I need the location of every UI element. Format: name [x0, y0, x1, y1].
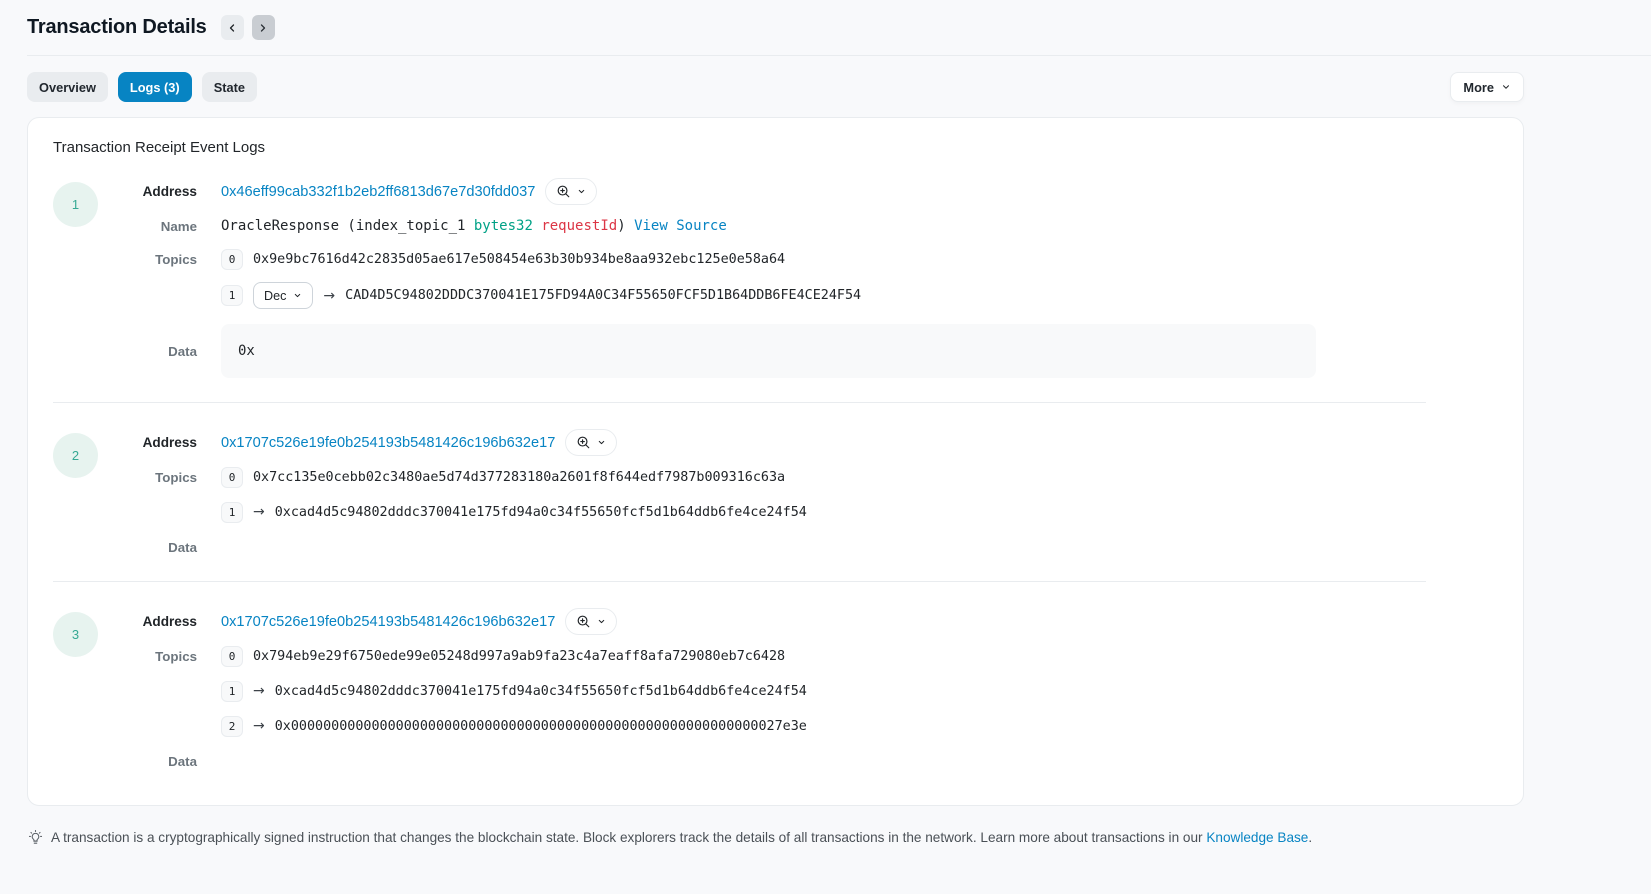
view-source-link[interactable]: View Source — [634, 218, 727, 234]
address-lookup-button[interactable] — [565, 608, 617, 635]
tab-state[interactable]: State — [202, 72, 257, 102]
lightbulb-icon — [27, 829, 44, 846]
more-dropdown-button[interactable]: More — [1450, 72, 1524, 102]
data-row: Data — [53, 537, 1499, 557]
next-transaction-button[interactable] — [252, 15, 275, 40]
data-label: Data — [53, 754, 197, 769]
footer-note: A transaction is a cryptographically sig… — [27, 829, 1651, 846]
zoom-in-icon — [556, 184, 571, 199]
log-divider — [53, 402, 1426, 403]
log-index-badge: 3 — [53, 612, 98, 657]
topic-row-1: 1 Dec → CAD4D5C94802DDDC370041E175FD94A0… — [53, 282, 1499, 309]
address-row: Address 0x1707c526e19fe0b254193b5481426c… — [53, 608, 1499, 635]
topic-row-2: 2 → 0x0000000000000000000000000000000000… — [53, 714, 1499, 738]
param-name: requestId — [541, 218, 617, 234]
chevron-down-icon — [577, 187, 586, 196]
topic-value: 0x9e9bc7616d42c2835d05ae617e508454e63b30… — [253, 252, 785, 267]
topic-value: 0x7cc135e0cebb02c3480ae5d74d377283180a26… — [253, 470, 785, 485]
topic-index-badge: 0 — [221, 467, 243, 488]
topic-format-dropdown[interactable]: Dec — [253, 282, 313, 309]
tab-bar: Overview Logs (3) State More — [27, 72, 1524, 102]
header-divider — [27, 55, 1651, 56]
topic-row-1: 1 → 0xcad4d5c94802dddc370041e175fd94a0c3… — [53, 679, 1499, 703]
data-row: Data — [53, 751, 1499, 771]
log-index-badge: 1 — [53, 182, 98, 227]
data-row: Data 0x — [53, 324, 1499, 378]
topic-value: 0xcad4d5c94802dddc370041e175fd94a0c34f55… — [275, 505, 807, 520]
topics-label: Topics — [53, 252, 197, 267]
tab-overview[interactable]: Overview — [27, 72, 108, 102]
knowledge-base-link[interactable]: Knowledge Base — [1206, 830, 1308, 845]
arrow-icon: → — [253, 504, 265, 520]
log-divider — [53, 581, 1426, 582]
topic-value: 0xcad4d5c94802dddc370041e175fd94a0c34f55… — [275, 684, 807, 699]
data-value-box: 0x — [221, 324, 1316, 378]
address-link[interactable]: 0x1707c526e19fe0b254193b5481426c196b632e… — [221, 614, 555, 630]
chevron-down-icon — [597, 617, 606, 626]
topic-index-badge: 0 — [221, 646, 243, 667]
tab-logs[interactable]: Logs (3) — [118, 72, 192, 102]
card-title: Transaction Receipt Event Logs — [53, 139, 1499, 156]
topic-value: 0x00000000000000000000000000000000000000… — [275, 719, 807, 734]
logs-card: Transaction Receipt Event Logs 1 Address… — [27, 117, 1524, 806]
topic-index-badge: 1 — [221, 502, 243, 523]
address-link[interactable]: 0x46eff99cab332f1b2eb2ff6813d67e7d30fdd0… — [221, 184, 535, 200]
arrow-icon: → — [253, 683, 265, 699]
chevron-down-icon — [1501, 82, 1511, 92]
address-row: Address 0x1707c526e19fe0b254193b5481426c… — [53, 429, 1499, 456]
footer-text: A transaction is a cryptographically sig… — [51, 830, 1312, 845]
address-row: Address 0x46eff99cab332f1b2eb2ff6813d67e… — [53, 178, 1499, 205]
topic-index-badge: 1 — [221, 681, 243, 702]
log-entry-1: 1 Address 0x46eff99cab332f1b2eb2ff6813d6… — [53, 178, 1499, 378]
topic-value: 0x794eb9e29f6750ede99e05248d997a9ab9fa23… — [253, 649, 785, 664]
chevron-right-icon — [257, 22, 269, 34]
address-lookup-button[interactable] — [545, 178, 597, 205]
topic-row-1: 1 → 0xcad4d5c94802dddc370041e175fd94a0c3… — [53, 500, 1499, 524]
event-signature: OracleResponse (index_topic_1 bytes32 re… — [221, 218, 727, 234]
log-index-badge: 2 — [53, 433, 98, 478]
page-title: Transaction Details — [27, 16, 207, 39]
topic-index-badge: 2 — [221, 716, 243, 737]
chevron-down-icon — [293, 291, 302, 300]
topic-row-0: Topics 0 0x794eb9e29f6750ede99e05248d997… — [53, 644, 1499, 668]
data-label: Data — [53, 344, 197, 359]
chevron-left-icon — [226, 22, 238, 34]
chevron-down-icon — [597, 438, 606, 447]
address-lookup-button[interactable] — [565, 429, 617, 456]
topic-value: CAD4D5C94802DDDC370041E175FD94A0C34F5565… — [345, 288, 861, 303]
data-label: Data — [53, 540, 197, 555]
previous-transaction-button[interactable] — [221, 15, 244, 40]
more-label: More — [1463, 80, 1494, 95]
address-link[interactable]: 0x1707c526e19fe0b254193b5481426c196b632e… — [221, 435, 555, 451]
log-entry-2: 2 Address 0x1707c526e19fe0b254193b548142… — [53, 429, 1499, 557]
topic-row-0: Topics 0 0x9e9bc7616d42c2835d05ae617e508… — [53, 247, 1499, 271]
zoom-in-icon — [576, 435, 591, 450]
page-header: Transaction Details — [27, 15, 1651, 40]
log-entry-3: 3 Address 0x1707c526e19fe0b254193b548142… — [53, 608, 1499, 771]
arrow-icon: → — [253, 718, 265, 734]
topic-index-badge: 0 — [221, 249, 243, 270]
topic-index-badge: 1 — [221, 285, 243, 306]
zoom-in-icon — [576, 614, 591, 629]
param-type: bytes32 — [474, 218, 533, 234]
arrow-icon: → — [323, 288, 335, 304]
name-row: Name OracleResponse (index_topic_1 bytes… — [53, 214, 1499, 238]
topic-row-0: Topics 0 0x7cc135e0cebb02c3480ae5d74d377… — [53, 465, 1499, 489]
